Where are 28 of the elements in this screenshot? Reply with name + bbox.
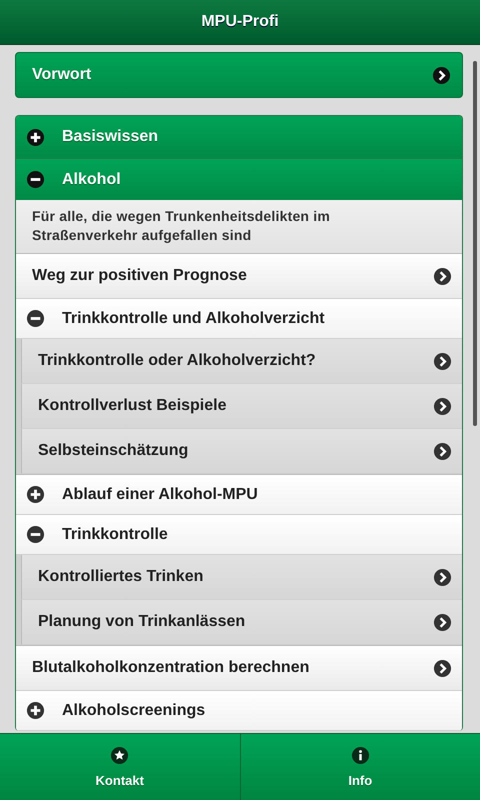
vorwort-button[interactable]: Vorwort: [15, 52, 463, 98]
plus-icon: [26, 701, 45, 720]
footer-tab[interactable]: Info: [240, 734, 480, 800]
section-description: Für alle, die wegen Trunkenheitsdelikten im Straßenverkehr aufgefallen sind: [16, 200, 462, 254]
minus-icon: [26, 525, 45, 544]
section-header[interactable]: Basiswissen: [16, 116, 462, 158]
list-item[interactable]: Planung von Trinkanlässen: [21, 600, 462, 645]
chevron-right-icon: [433, 658, 452, 678]
list-item[interactable]: Kontrolliertes Trinken: [21, 555, 462, 600]
plus-icon: [26, 128, 45, 146]
plus-icon: [26, 485, 45, 504]
app-title: MPU-Profi: [201, 13, 279, 31]
list-item[interactable]: Trinkkontrolle oder Alkoholverzicht?: [21, 339, 462, 384]
chevron-right-icon: [433, 266, 452, 286]
minus-icon: [26, 170, 45, 189]
list-item[interactable]: Selbsteinschätzung: [21, 429, 462, 474]
chevron-right-icon: [433, 442, 452, 460]
chevron-right-icon: [433, 568, 452, 586]
minus-icon: [26, 309, 45, 328]
section-header[interactable]: Alkohol: [16, 158, 462, 200]
chevron-right-icon: [433, 612, 452, 632]
chevron-right-icon: [433, 396, 452, 416]
chevron-right-icon: [433, 352, 452, 370]
list-item[interactable]: Kontrollverlust Beispiele: [21, 384, 462, 429]
footer-tab[interactable]: Kontakt: [0, 734, 240, 800]
info-icon: [350, 746, 370, 765]
scrollbar[interactable]: [473, 61, 477, 426]
chevron-right-icon: [432, 66, 451, 84]
